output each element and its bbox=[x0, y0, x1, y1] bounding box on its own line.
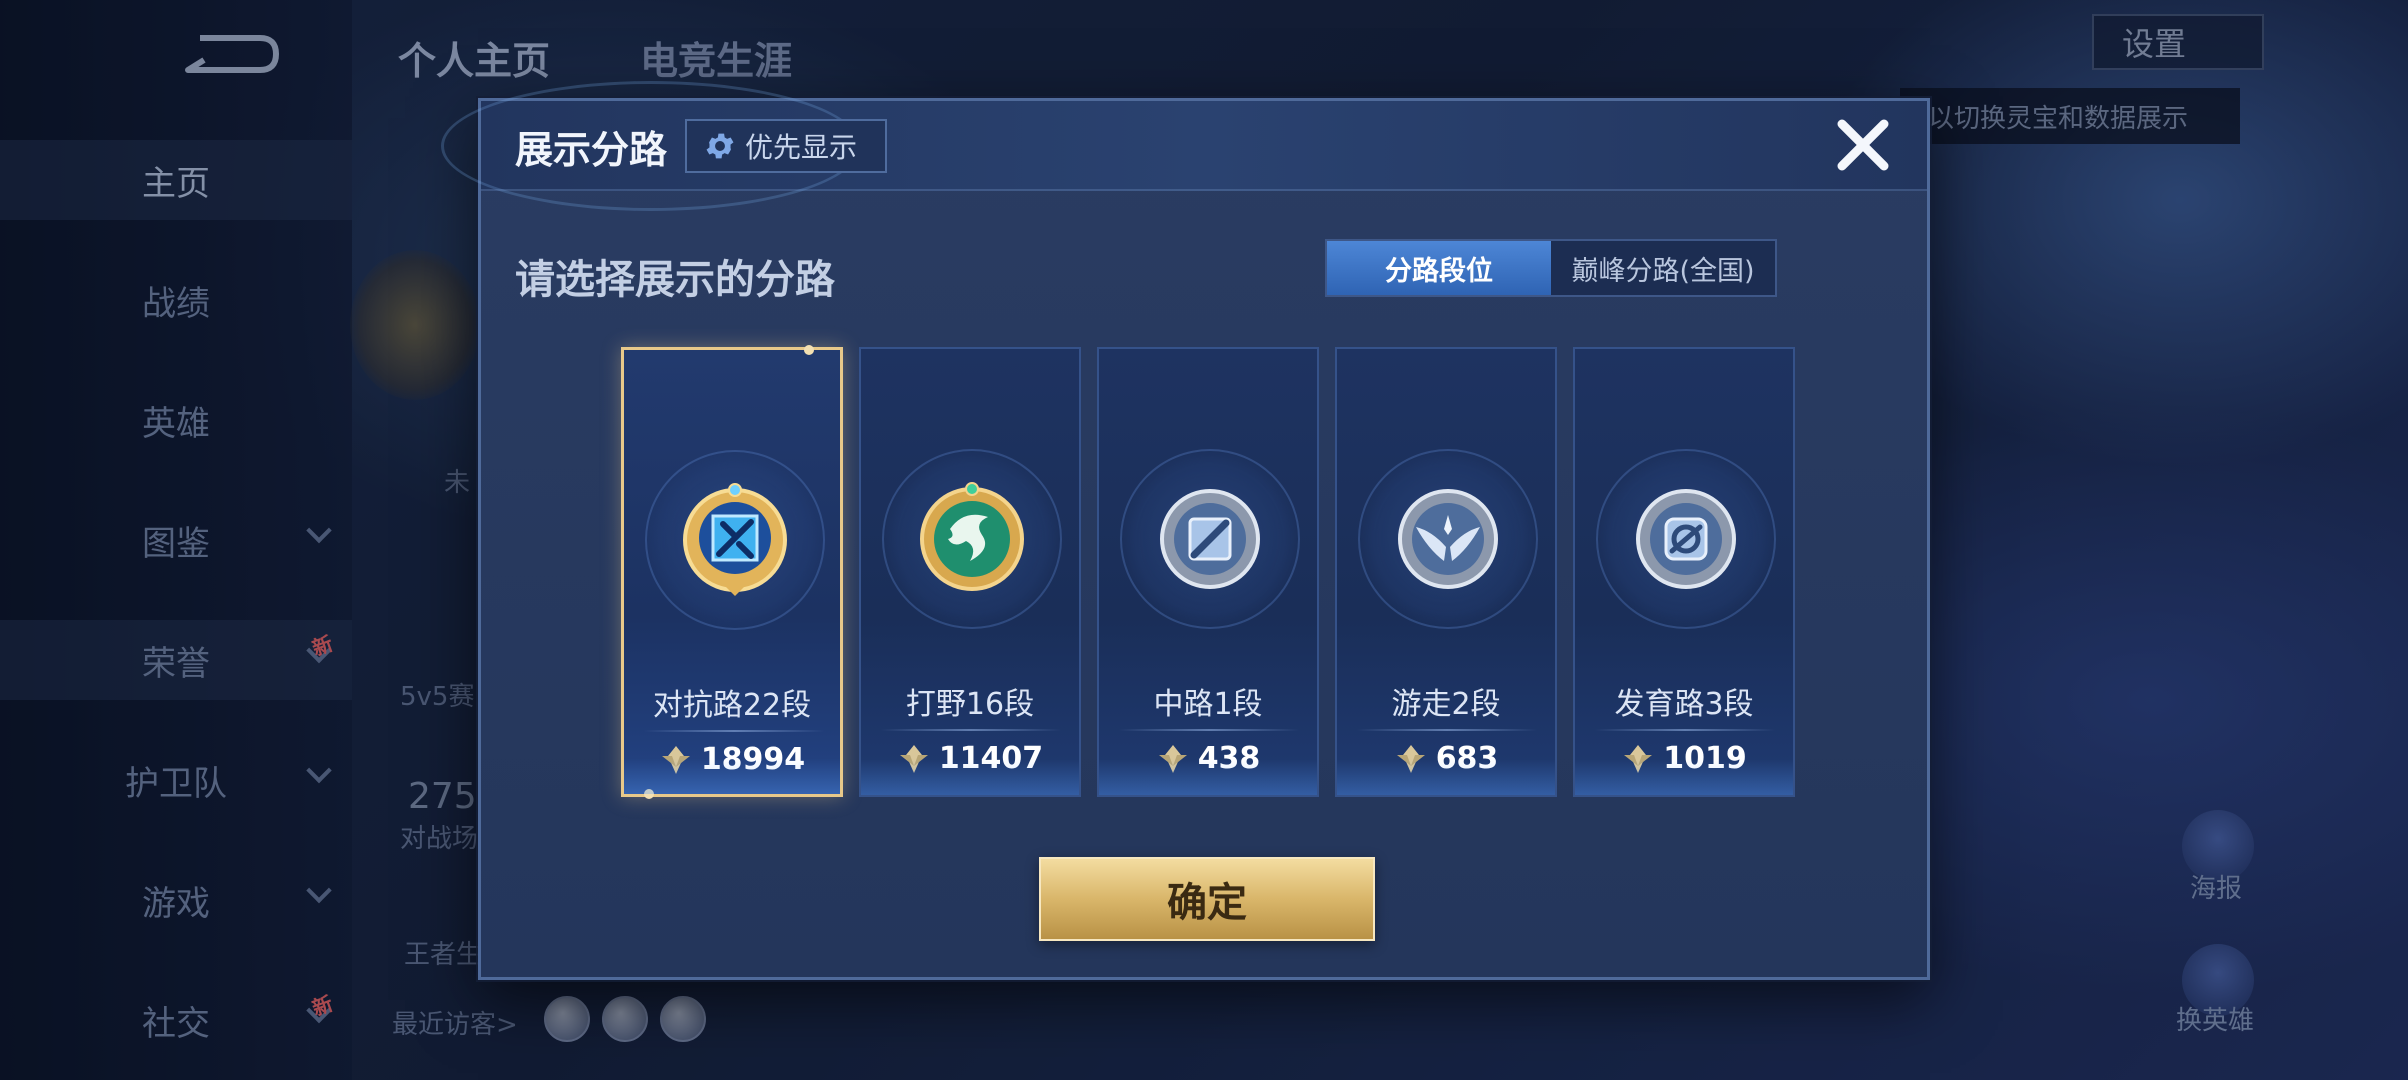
farm-lane-rank-badge-icon bbox=[1636, 489, 1736, 589]
card-glow bbox=[1575, 759, 1793, 795]
card-divider bbox=[1119, 729, 1299, 731]
close-button[interactable] bbox=[1827, 109, 1899, 181]
close-icon bbox=[1837, 119, 1889, 171]
lane-cards: 对抗路22段 18994 打野16段 bbox=[621, 345, 1795, 799]
jungle-rank-badge-icon bbox=[920, 482, 1024, 591]
select-lane-prompt: 请选择展示的分路 bbox=[515, 257, 835, 303]
card-divider bbox=[644, 730, 824, 732]
dialog-title: 展示分路 bbox=[515, 128, 668, 172]
mid-lane-rank-badge-icon bbox=[1160, 489, 1260, 589]
lane-card-roam[interactable]: 游走2段 683 bbox=[1335, 347, 1557, 797]
card-divider bbox=[881, 729, 1061, 731]
card-divider bbox=[1595, 729, 1775, 731]
toggle-lane-rank-label: 分路段位 bbox=[1385, 255, 1493, 287]
confirm-label: 确定 bbox=[1167, 880, 1247, 926]
lane-card-label: 打野16段 bbox=[905, 687, 1035, 722]
roam-rank-badge-icon bbox=[1398, 489, 1498, 589]
clash-lane-rank-badge-icon bbox=[683, 483, 787, 596]
card-glow bbox=[624, 758, 840, 794]
corner-dot bbox=[804, 345, 814, 355]
lane-card-clash[interactable]: 对抗路22段 18994 bbox=[621, 345, 843, 799]
card-glow bbox=[1337, 759, 1555, 795]
toggle-lane-rank[interactable]: 分路段位 bbox=[1327, 241, 1551, 295]
rank-mode-toggle: 分路段位 巅峰分路(全国) bbox=[1325, 239, 1777, 297]
lane-card-label: 中路1段 bbox=[1153, 687, 1263, 722]
priority-display-label: 优先显示 bbox=[745, 131, 858, 164]
toggle-peak-lane-label: 巅峰分路(全国) bbox=[1571, 255, 1755, 287]
card-glow bbox=[1099, 759, 1317, 795]
card-divider bbox=[1357, 729, 1537, 731]
confirm-button[interactable]: 确定 bbox=[1039, 857, 1375, 941]
priority-display-button[interactable]: 优先显示 bbox=[685, 119, 887, 173]
gear-icon bbox=[706, 133, 734, 159]
lane-card-label: 对抗路22段 bbox=[652, 688, 812, 723]
card-glow bbox=[861, 759, 1079, 795]
lane-select-dialog: 展示分路 优先显示 请选择展示的分路 分路段位 巅峰分路(全国) 对抗路22段 … bbox=[441, 81, 1930, 980]
toggle-peak-lane[interactable]: 巅峰分路(全国) bbox=[1551, 241, 1775, 295]
lane-card-label: 发育路3段 bbox=[1614, 687, 1754, 722]
dialog-header: 展示分路 优先显示 bbox=[441, 81, 1927, 211]
lane-card-label: 游走2段 bbox=[1391, 687, 1501, 722]
lane-card-farm[interactable]: 发育路3段 1019 bbox=[1573, 347, 1795, 797]
lane-card-jungle[interactable]: 打野16段 11407 bbox=[859, 347, 1081, 797]
lane-card-mid[interactable]: 中路1段 438 bbox=[1097, 347, 1319, 797]
